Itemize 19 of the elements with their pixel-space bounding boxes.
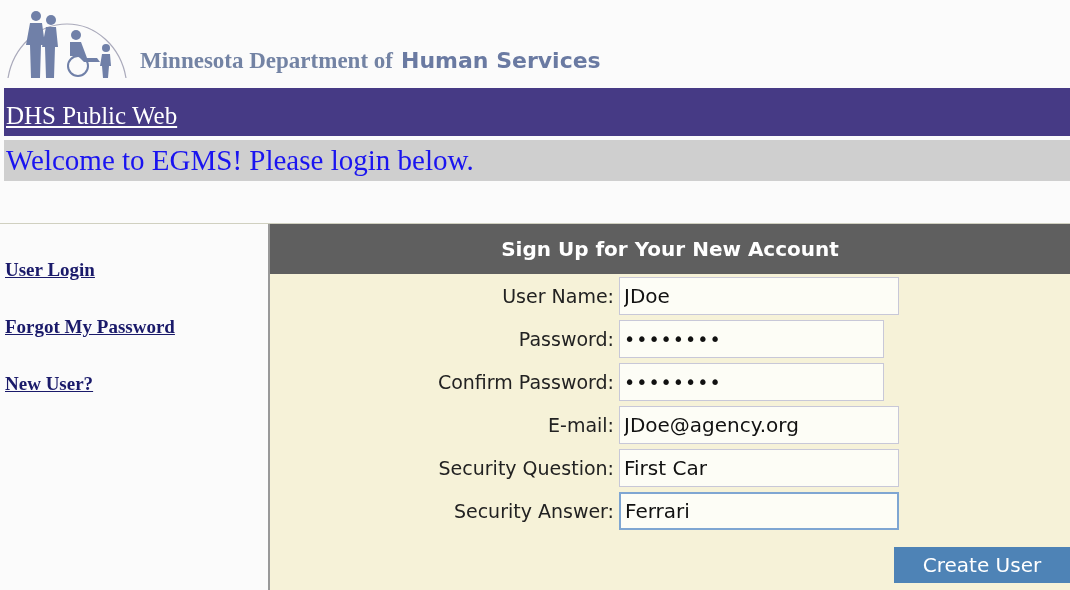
agency-name: Human Services [400, 46, 601, 75]
welcome-message: Welcome to EGMS! Please login below. [5, 146, 474, 175]
field-label: User Name: [501, 283, 615, 309]
field-label: Confirm Password: [436, 369, 615, 395]
agency-prefix: Minnesota Department of [140, 46, 393, 75]
sidebar-link[interactable]: Forgot My Password [5, 317, 175, 336]
panel-title: Sign Up for Your New Account [501, 236, 839, 263]
password-field[interactable]: •••••••• [619, 320, 884, 358]
create-user-button[interactable]: Create User [894, 547, 1070, 583]
field-label: Password: [517, 326, 615, 352]
sidebar-link[interactable]: New User? [5, 374, 94, 393]
public-web-link[interactable]: DHS Public Web [4, 103, 178, 128]
text-field[interactable]: First Car [619, 449, 899, 487]
sidebar-link[interactable]: User Login [5, 260, 95, 279]
field-label: E-mail: [547, 412, 615, 438]
field-label: Security Answer: [452, 498, 615, 524]
text-field[interactable]: Ferrari [619, 492, 899, 530]
password-field[interactable]: •••••••• [619, 363, 884, 401]
field-label: Security Question: [437, 455, 615, 481]
